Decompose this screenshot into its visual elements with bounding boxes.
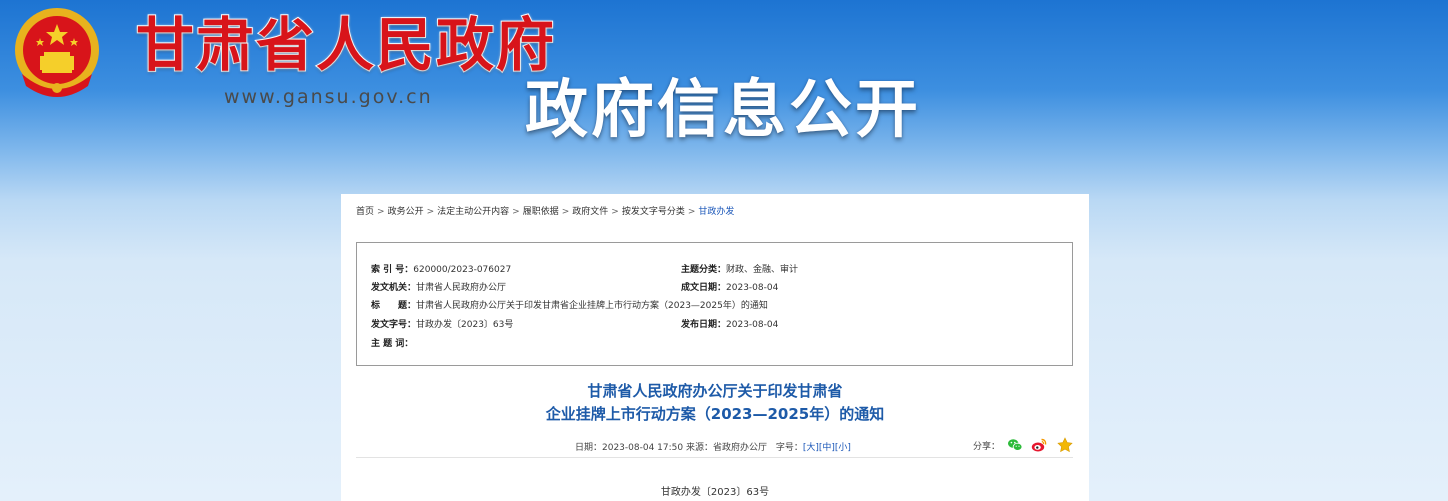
breadcrumb-duty-basis[interactable]: 履职依据 (523, 207, 559, 217)
document-title-line-2: 企业挂牌上市行动方案（2023—2025年）的通知 (545, 405, 885, 423)
breadcrumb-statutory-disclosure[interactable]: 法定主动公开内容 (437, 207, 509, 217)
meta-doc-number: 发文字号：甘政办发〔2023〕63号 (371, 317, 513, 330)
share-label: 分享： (973, 442, 1001, 452)
wechat-icon[interactable] (1007, 437, 1023, 453)
meta-theme-value: 财政、金融、审计 (726, 265, 799, 275)
meta-title-label: 标 题： (371, 301, 417, 311)
meta-docno-label: 发文字号： (371, 320, 417, 330)
site-title: 甘肃省人民政府 (135, 10, 557, 80)
weibo-icon[interactable] (1031, 437, 1047, 453)
font-size-medium-button[interactable]: [中] (819, 443, 835, 453)
document-metadata-box: 索 引 号：620000/2023-076027 主题分类：财政、金融、审计 发… (356, 242, 1073, 366)
date-source: 日期：2023-08-04 17:50 来源：省政府办公厅 (575, 443, 767, 453)
star-icon[interactable] (1057, 437, 1073, 453)
breadcrumb-separator: > (561, 207, 570, 217)
meta-index: 索 引 号：620000/2023-076027 (371, 262, 511, 275)
font-size-large-button[interactable]: [大] (803, 443, 819, 453)
font-size-label: 字号： (775, 443, 803, 453)
breadcrumb-separator: > (512, 207, 520, 217)
meta-title-value: 甘肃省人民政府办公厅关于印发甘肃省企业挂牌上市行动方案（2023—2025年）的… (416, 301, 768, 311)
document-title-line-1: 甘肃省人民政府办公厅关于印发甘肃省 (587, 382, 843, 400)
meta-title: 标 题：甘肃省人民政府办公厅关于印发甘肃省企业挂牌上市行动方案（2023—202… (371, 298, 768, 311)
meta-index-label: 索 引 号： (371, 265, 414, 275)
breadcrumb-separator: > (426, 207, 435, 217)
breadcrumb-government-documents[interactable]: 政府文件 (572, 207, 608, 217)
breadcrumb-home[interactable]: 首页 (356, 207, 374, 217)
content-divider (356, 457, 1073, 458)
meta-theme-label: 主题分类： (681, 265, 727, 275)
font-size-small-button[interactable]: [小] (835, 443, 851, 453)
meta-created-value: 2023-08-04 (726, 283, 779, 293)
breadcrumb: 首页 > 政务公开 > 法定主动公开内容 > 履职依据 > 政府文件 > 按发文字号分类 > 甘政办发 (356, 204, 734, 217)
meta-issuer-value: 甘肃省人民政府办公厅 (416, 283, 507, 293)
breadcrumb-separator: > (687, 207, 696, 217)
meta-keywords-label: 主 题 词： (371, 339, 414, 349)
meta-issuer-label: 发文机关： (371, 283, 417, 293)
document-number: 甘政办发〔2023〕63号 (660, 487, 770, 498)
meta-docno-value: 甘政办发〔2023〕63号 (416, 320, 514, 330)
meta-index-value: 620000/2023-076027 (413, 265, 512, 275)
breadcrumb-by-doc-number[interactable]: 按发文字号分类 (622, 207, 685, 217)
meta-created-label: 成文日期： (681, 283, 727, 293)
meta-keywords: 主 题 词： (371, 336, 413, 349)
site-url[interactable]: www.gansu.gov.cn (224, 86, 433, 108)
section-title: 政府信息公开 (525, 73, 921, 146)
breadcrumb-separator: > (377, 207, 385, 217)
breadcrumb-current[interactable]: 甘政办发 (698, 207, 734, 217)
meta-published-label: 发布日期： (681, 320, 727, 330)
document-info-line: 日期：2023-08-04 17:50 来源：省政府办公厅 字号：[大][中][… (575, 440, 851, 453)
breadcrumb-government-affairs[interactable]: 政务公开 (388, 207, 424, 217)
meta-published-date: 发布日期：2023-08-04 (681, 317, 778, 330)
breadcrumb-separator: > (611, 207, 619, 217)
meta-published-value: 2023-08-04 (726, 320, 779, 330)
content-panel: 首页 > 政务公开 > 法定主动公开内容 > 履职依据 > 政府文件 > 按发文字号分类 > 甘政办发 … (341, 194, 1089, 501)
meta-created-date: 成文日期：2023-08-04 (681, 280, 778, 293)
national-emblem-icon (15, 8, 99, 97)
meta-issuer: 发文机关：甘肃省人民政府办公厅 (371, 280, 506, 293)
meta-theme: 主题分类：财政、金融、审计 (681, 262, 798, 275)
